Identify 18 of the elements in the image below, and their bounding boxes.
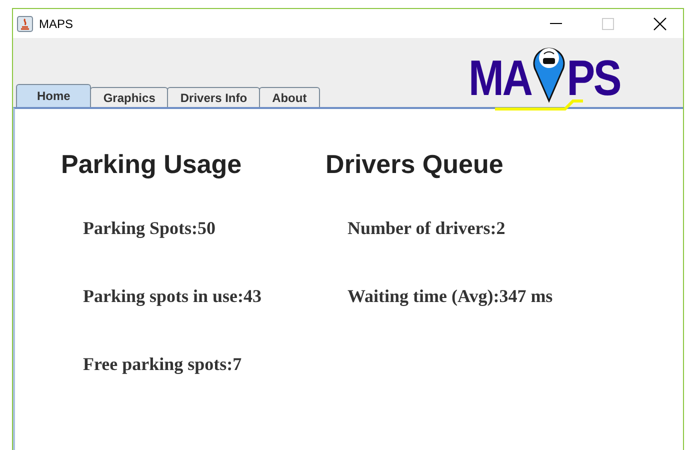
road-line-icon: [494, 99, 585, 111]
minimize-icon: [550, 22, 562, 24]
logo-text: MA: [468, 53, 531, 103]
stat-text: Waiting time (Avg):347 ms: [348, 286, 553, 307]
section-heading: Parking Usage: [61, 149, 243, 180]
java-icon: [17, 16, 33, 32]
stat-text: Parking spots in use:43: [83, 286, 262, 307]
maximize-icon: [602, 18, 614, 30]
stat-text: Number of drivers:2: [348, 218, 506, 239]
tab[interactable]: About: [259, 87, 320, 107]
logo-text: PS: [567, 53, 620, 103]
stat-text: Parking Spots:50: [83, 218, 217, 239]
section-heading: Drivers Queue: [326, 149, 504, 180]
close-icon: [653, 16, 667, 30]
tab[interactable]: Graphics: [90, 87, 168, 107]
tab[interactable]: Home: [16, 84, 92, 107]
stat-text: Free parking spots:7: [83, 354, 243, 375]
window-title: MAPS: [39, 16, 74, 30]
